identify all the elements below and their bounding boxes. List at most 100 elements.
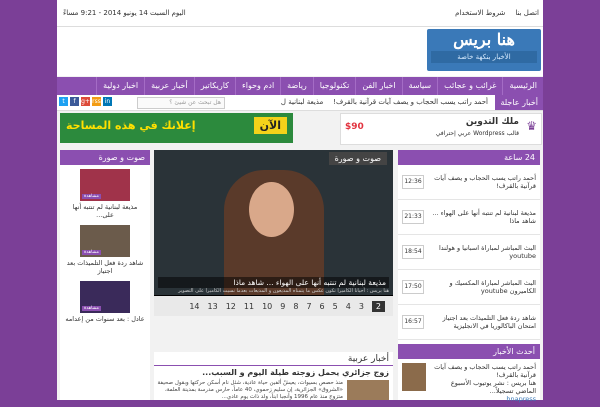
latest-news-source[interactable]: hnapress <box>430 395 536 403</box>
video-sidebar: صوت و صورة مشاهدة مذيعة لبنانية لم تنتبه… <box>60 150 150 400</box>
pager-page[interactable]: 8 <box>293 302 298 311</box>
nav-item-world-news[interactable]: اخبار دولية <box>96 77 144 95</box>
nav-item-tech[interactable]: تكنولوجيا <box>312 77 356 95</box>
list-item[interactable]: مشاهدة عادل : بعد سنوات من إعدامه <box>60 277 150 325</box>
divider <box>154 365 393 366</box>
nav-item-caricature[interactable]: كاريكاتير <box>193 77 235 95</box>
presenter-face <box>249 182 294 237</box>
pager-page[interactable]: 13 <box>208 302 218 311</box>
featured-caption[interactable]: مذيعة لبنانية لم تنتبه أنها على الهواء .… <box>158 277 389 288</box>
news-headline[interactable]: زوج جزائري يحمل زوجته طيلة اليوم و السبب… <box>202 368 389 377</box>
featured-video: صوت و صورة مذيعة لبنانية لم تنتبه أنها ع… <box>154 150 393 316</box>
ticker-item[interactable]: مذيعة لبنانية ل <box>281 98 323 106</box>
nav-item-art[interactable]: اخبار الفن <box>355 77 401 95</box>
rss-icon[interactable]: rss <box>92 97 101 106</box>
pager-page[interactable]: 4 <box>346 302 351 311</box>
google-plus-icon[interactable]: g+ <box>81 97 90 106</box>
search-input[interactable]: هل تبحث عن شيئ ؟ <box>137 97 225 109</box>
linkedin-icon[interactable]: in <box>103 97 112 106</box>
video-thumbnail[interactable]: مشاهدة <box>80 281 130 313</box>
ticker-items: أحمد راتب يسب الحجاب و يصف آيات قرآنية ب… <box>281 98 488 106</box>
site-logo[interactable]: هنا بريس الأخبار بنكهة خاصة <box>427 29 541 71</box>
list-item-time: 18:54 <box>402 245 424 259</box>
nav-item-home[interactable]: الرئيسية <box>502 77 543 95</box>
pager-page[interactable]: 5 <box>333 302 338 311</box>
pager-page[interactable]: 11 <box>244 302 254 311</box>
twitter-icon[interactable]: t <box>59 97 68 106</box>
pager-page[interactable]: 6 <box>320 302 325 311</box>
ad-banner[interactable]: الآن إعلانك في هذه المساحة <box>60 113 293 143</box>
video-caption[interactable]: مذيعة لبنانية لم تنتبه أنها على... <box>64 203 146 219</box>
ticker-item[interactable]: أحمد راتب يسب الحجاب و يصف آيات قرآنية ب… <box>333 98 488 106</box>
video-sidebar-title: صوت و صورة <box>60 150 150 165</box>
news-thumbnail[interactable] <box>347 380 389 400</box>
list-item[interactable]: شاهد ردة فعل التلميذات بعد اجتياز امتحان… <box>398 305 540 340</box>
top-bar: اتصل بنا شروط الاستخدام اليوم السبت 14 ي… <box>57 0 543 27</box>
arab-news-block: أخبار عربية زوج جزائري يحمل زوجته طيلة ا… <box>154 352 393 400</box>
pager-page[interactable]: 12 <box>226 302 236 311</box>
page: اتصل بنا شروط الاستخدام اليوم السبت 14 ي… <box>57 0 543 403</box>
pager-page[interactable]: 3 <box>359 302 364 311</box>
logo-title: هنا بريس <box>453 30 515 49</box>
breaking-news-ticker: أخبار عاجلة أحمد راتب يسب الحجاب و يصف آ… <box>57 95 543 111</box>
list-item[interactable]: مذيعة لبنانية لم تنتبه أنها على الهواء .… <box>398 200 540 235</box>
list-item[interactable]: مشاهدة مذيعة لبنانية لم تنتبه أنها على..… <box>60 165 150 221</box>
nav-item-politics[interactable]: سياسة <box>401 77 438 95</box>
list-item-time: 16:57 <box>402 315 424 329</box>
pager-page[interactable]: 14 <box>189 302 199 311</box>
24h-sidebar: 24 ساعة أحمد راتب يسب الحجاب و يصف آيات … <box>398 150 540 403</box>
blog-ad-price: $90 <box>345 122 364 132</box>
list-item-text[interactable]: أحمد راتب يسب الحجاب و يصف آيات قرآنية ب… <box>428 174 536 190</box>
nav-item-adam-eve[interactable]: ادم وحواء <box>234 77 280 95</box>
list-item-text[interactable]: البث المباشر لمباراة اسبانيا و هولندا yo… <box>428 244 536 260</box>
featured-section-label: صوت و صورة <box>328 152 387 165</box>
video-thumbnail[interactable]: مشاهدة <box>80 169 130 201</box>
latest-news-headline[interactable]: أحمد راتب يسب الحجاب و يصف آيات قرآنية ب… <box>430 363 536 379</box>
list-item[interactable]: أحمد راتب يسب الحجاب و يصف آيات قرآنية ب… <box>398 165 540 200</box>
contact-link[interactable]: اتصل بنا <box>515 9 539 17</box>
top-links: اتصل بنا شروط الاستخدام <box>455 9 539 17</box>
list-item[interactable]: البث المباشر لمباراة المكسيك و الكاميرون… <box>398 270 540 305</box>
pager-page[interactable]: 10 <box>262 302 272 311</box>
ticker-label: أخبار عاجلة <box>495 95 543 110</box>
latest-news-title: أحدث الأخبار <box>398 344 540 359</box>
list-item-text[interactable]: مذيعة لبنانية لم تنتبه أنها على الهواء .… <box>428 209 536 225</box>
latest-news-thumbnail[interactable] <box>402 363 426 391</box>
current-date: اليوم السبت 14 يونيو 2014 - 9:21 مساءً <box>63 9 186 17</box>
blog-ad-title: ملك التدوين <box>465 117 519 127</box>
list-item-time: 12:36 <box>402 175 424 189</box>
terms-link[interactable]: شروط الاستخدام <box>455 9 505 17</box>
blog-theme-ad[interactable]: ♛ ملك التدوين قالب Wordpress عربي إحتراف… <box>340 113 542 145</box>
nav-item-oddities[interactable]: غرائب و عجائب <box>437 77 502 95</box>
slider-pager: 2 3 4 5 6 7 8 9 10 11 12 13 14 <box>154 296 393 316</box>
main-nav: الرئيسية غرائب و عجائب سياسة اخبار الفن … <box>57 77 543 95</box>
featured-subtext: هنا بريس : أحيانا الكاميرا تكون عكس ما ي… <box>178 288 389 294</box>
pager-page[interactable]: 9 <box>280 302 285 311</box>
crown-icon: ♛ <box>526 119 537 133</box>
list-item-time: 21:33 <box>402 210 424 224</box>
header: هنا بريس الأخبار بنكهة خاصة <box>57 27 543 76</box>
nav-item-arab-news[interactable]: أخبار عربية <box>144 77 194 95</box>
latest-news-text: أحمد راتب يسب الحجاب و يصف آيات قرآنية ب… <box>430 363 536 403</box>
24h-title: 24 ساعة <box>398 150 540 165</box>
list-item-time: 17:50 <box>402 280 424 294</box>
watch-badge: مشاهدة <box>82 194 101 199</box>
video-caption[interactable]: شاهد ردة فعل التلميذات بعد اجتياز <box>64 259 146 275</box>
pager-page[interactable]: 7 <box>306 302 311 311</box>
news-section-title[interactable]: أخبار عربية <box>348 354 389 364</box>
watch-badge: مشاهدة <box>82 250 101 255</box>
list-item[interactable]: البث المباشر لمباراة اسبانيا و هولندا yo… <box>398 235 540 270</box>
pager-page-active[interactable]: 2 <box>371 300 385 312</box>
list-item-text[interactable]: البث المباشر لمباراة المكسيك و الكاميرون… <box>428 279 536 295</box>
logo-tagline: الأخبار بنكهة خاصة <box>431 51 537 63</box>
watch-badge: مشاهدة <box>82 306 101 311</box>
blog-ad-subtitle: قالب Wordpress عربي إحترافي <box>435 130 519 137</box>
list-item[interactable]: مشاهدة شاهد ردة فعل التلميذات بعد اجتياز <box>60 221 150 277</box>
featured-image[interactable] <box>154 150 393 295</box>
nav-item-sports[interactable]: رياضة <box>280 77 313 95</box>
ad-banner-text: إعلانك في هذه المساحة <box>66 119 196 132</box>
facebook-icon[interactable]: f <box>70 97 79 106</box>
list-item-text[interactable]: شاهد ردة فعل التلميذات بعد اجتياز امتحان… <box>428 314 536 330</box>
video-caption[interactable]: عادل : بعد سنوات من إعدامه <box>64 315 146 323</box>
video-thumbnail[interactable]: مشاهدة <box>80 225 130 257</box>
